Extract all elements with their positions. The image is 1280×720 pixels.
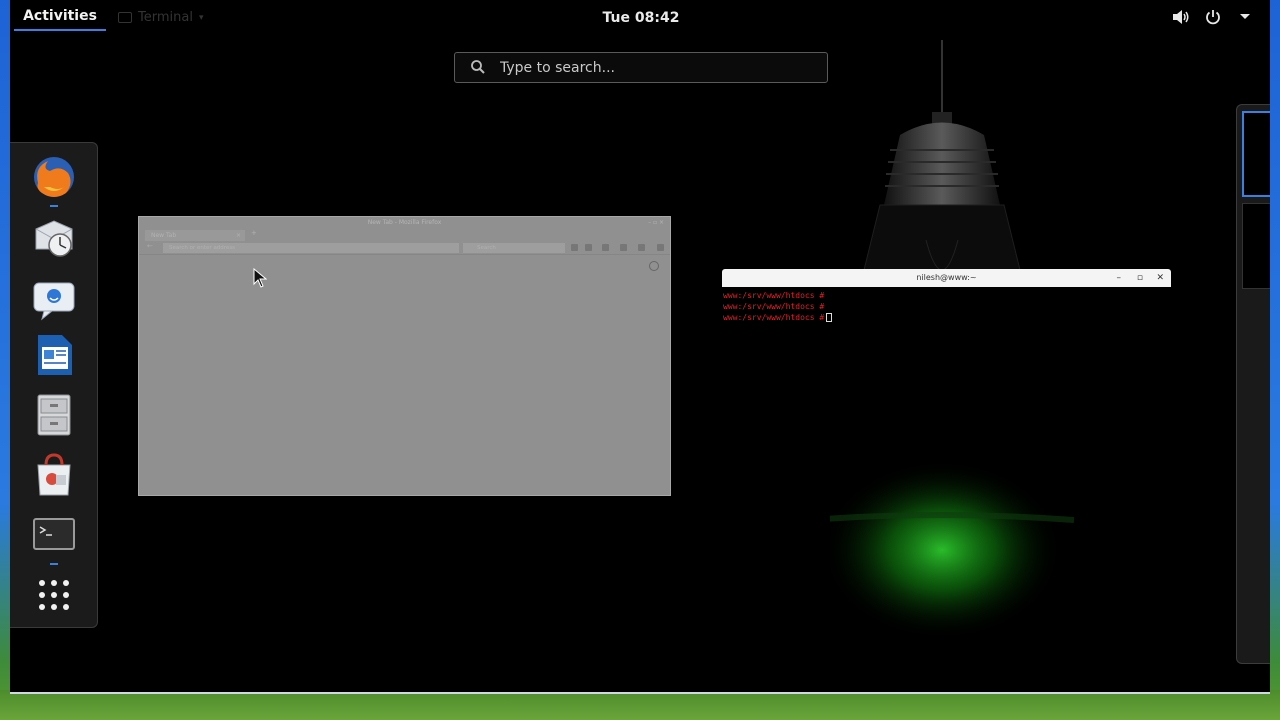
terminal-icon <box>33 518 75 550</box>
terminal-cursor <box>826 313 833 322</box>
mouse-pointer-icon <box>253 268 267 288</box>
running-indicator <box>50 563 58 565</box>
dropdown-arrow-icon[interactable] <box>1236 8 1254 26</box>
bookmark-star-icon <box>571 244 578 251</box>
hamburger-menu-icon <box>657 244 664 251</box>
dash-item-terminal[interactable] <box>28 509 80 565</box>
terminal-line: www:/srv/www/htdocs # <box>723 302 825 311</box>
search-input[interactable] <box>500 59 800 76</box>
firefox-tab-label: New Tab <box>151 232 177 239</box>
firefox-url-bar: Search or enter address <box>163 243 459 253</box>
download-icon <box>602 244 609 251</box>
dash-item-empathy[interactable] <box>28 271 80 323</box>
window-controls: – ▫ × <box>648 219 664 226</box>
terminal-titlebar: nilesh@www:~ – ▫ ✕ <box>722 269 1171 287</box>
volume-icon[interactable] <box>1172 8 1190 26</box>
firefox-title-text: New Tab - Mozilla Firefox <box>367 219 442 226</box>
terminal-title: nilesh@www:~ <box>916 273 977 282</box>
firefox-icon <box>34 157 74 197</box>
show-applications-button[interactable] <box>28 569 80 621</box>
host-wallpaper-grass <box>0 690 1280 720</box>
dash-item-evolution[interactable] <box>28 213 80 265</box>
firefox-toolbar: ← Search or enter address Search <box>139 241 670 255</box>
system-status-area[interactable] <box>1172 8 1254 26</box>
dash-item-files[interactable] <box>28 389 80 441</box>
library-icon <box>585 244 592 251</box>
top-bar: Activities Terminal ▾ Tue 08:42 <box>10 0 1270 38</box>
search-placeholder: Search <box>477 245 496 251</box>
power-icon[interactable] <box>1204 8 1222 26</box>
workspace-switcher <box>1236 104 1270 664</box>
firefox-window-thumbnail[interactable]: New Tab - Mozilla Firefox – ▫ × New Tab … <box>138 216 671 496</box>
search-box[interactable] <box>454 52 828 83</box>
gear-icon <box>649 261 659 271</box>
back-arrow-icon: ← <box>147 242 153 250</box>
dash-item-software[interactable] <box>28 449 80 501</box>
clock[interactable]: Tue 08:42 <box>10 10 1270 26</box>
new-tab-icon: + <box>251 229 257 237</box>
running-indicator <box>50 205 58 207</box>
terminal-line: www:/srv/www/htdocs # <box>723 313 825 322</box>
tab-close-icon: × <box>235 232 241 239</box>
dash <box>10 142 98 628</box>
pocket-icon <box>638 244 645 251</box>
dash-item-firefox[interactable] <box>28 151 80 207</box>
terminal-body: www:/srv/www/htdocs # www:/srv/www/htdoc… <box>722 287 1171 326</box>
wallpaper-lightbulb <box>830 40 1075 640</box>
firefox-search-bar: Search <box>463 243 565 253</box>
vm-guest-screen: Activities Terminal ▾ Tue 08:42 Type to … <box>10 0 1270 694</box>
writer-document-icon <box>38 335 72 375</box>
terminal-line: www:/srv/www/htdocs # <box>723 291 825 300</box>
maximize-icon: ▫ <box>1136 273 1143 283</box>
evolution-mail-icon <box>35 220 73 257</box>
file-cabinet-icon <box>37 394 71 436</box>
software-bag-icon <box>37 453 71 496</box>
workspace-thumbnail-active[interactable] <box>1242 111 1270 197</box>
app-grid-icon <box>39 580 69 610</box>
firefox-tab-bar: New Tab × + <box>139 229 670 241</box>
minimize-icon: – <box>1116 273 1122 283</box>
chat-icon <box>33 282 75 321</box>
dash-item-writer[interactable] <box>28 329 80 381</box>
url-placeholder: Search or enter address <box>169 245 236 251</box>
home-icon <box>620 244 627 251</box>
close-icon: ✕ <box>1156 273 1164 283</box>
firefox-tab: New Tab × <box>145 230 245 241</box>
firefox-window-title: New Tab - Mozilla Firefox – ▫ × <box>139 217 670 229</box>
terminal-window-thumbnail[interactable]: nilesh@www:~ – ▫ ✕ www:/srv/www/htdocs #… <box>722 269 1171 339</box>
workspace-thumbnail[interactable] <box>1242 203 1270 289</box>
search-icon <box>470 59 488 77</box>
